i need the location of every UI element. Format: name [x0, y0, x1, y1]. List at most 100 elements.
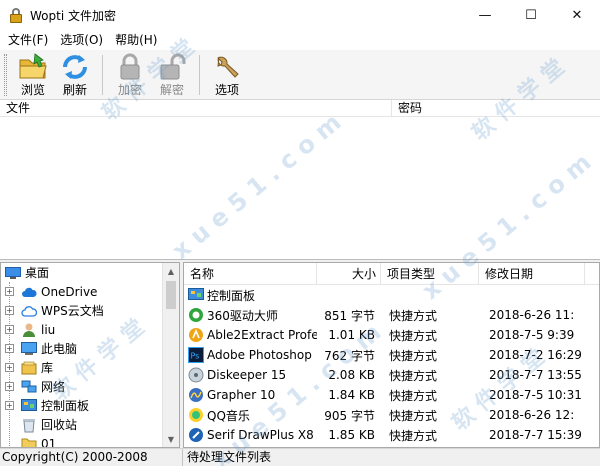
lock-icon: [8, 7, 24, 23]
tree-item-wps-cloud[interactable]: + WPS云文档: [1, 301, 163, 320]
browse-button[interactable]: 浏览: [12, 50, 54, 98]
item-name: 360驱动大师: [207, 308, 278, 323]
menu-bar: 文件(F) 选项(O) 帮助(H): [0, 30, 600, 50]
tree-item-network[interactable]: + 网络: [1, 377, 163, 396]
folder-icon: [21, 436, 37, 447]
toolbar-grip[interactable]: [4, 54, 7, 96]
item-name: Diskeeper 15: [207, 368, 287, 382]
item-size: 1.84 KB: [328, 388, 375, 402]
lock-icon: [114, 52, 146, 82]
expand-toggle[interactable]: +: [5, 363, 14, 372]
wrench-icon: [211, 52, 243, 82]
encrypt-button[interactable]: 加密: [109, 50, 151, 98]
toolbar: 浏览 刷新 加密 解密 选项: [0, 50, 600, 100]
column-header-size[interactable]: 大小: [317, 263, 381, 284]
scroll-up-icon[interactable]: ▲: [163, 263, 179, 279]
item-size: 905 字节: [324, 408, 375, 423]
tree-item-label: WPS云文档: [41, 304, 104, 318]
item-date: 2018-7-7 13:55: [489, 368, 582, 382]
refresh-icon: [59, 52, 91, 82]
minimize-button[interactable]: —: [462, 0, 508, 30]
tree-item-label: 01: [41, 436, 57, 448]
expand-toggle[interactable]: +: [5, 306, 14, 315]
item-date: 2018-7-5 9:39: [489, 328, 575, 342]
item-size: 1.01 KB: [328, 328, 375, 342]
tree-item-onedrive[interactable]: + OneDrive: [1, 282, 163, 301]
refresh-button[interactable]: 刷新: [54, 50, 96, 98]
app-able2extract-icon: [188, 327, 204, 343]
expand-toggle[interactable]: +: [5, 382, 14, 391]
item-date: 2018-7-2 16:29: [489, 348, 582, 362]
list-item[interactable]: QQ音乐 905 字节 快捷方式 2018-6-26 12:: [184, 405, 599, 425]
folder-tree[interactable]: 桌面 + OneDrive + WPS云文档 + liu + 此电脑 + 库 +…: [0, 262, 180, 448]
options-button[interactable]: 选项: [206, 50, 248, 98]
file-explorer-list[interactable]: 名称 大小 项目类型 修改日期 控制面板 360驱动大师 851 字节 快捷方式…: [183, 262, 600, 448]
scroll-down-icon[interactable]: ▼: [163, 431, 179, 447]
scroll-thumb[interactable]: [166, 281, 176, 309]
item-size: 1.85 KB: [328, 428, 375, 442]
control-panel-icon: [21, 398, 37, 414]
column-header-name[interactable]: 名称: [184, 263, 317, 284]
item-type: 快捷方式: [389, 368, 438, 383]
pending-list-status: 待处理文件列表: [187, 450, 272, 464]
list-item[interactable]: Able2Extract Profe... 1.01 KB 快捷方式 2018-…: [184, 325, 599, 345]
tree-item-recycle-bin[interactable]: 回收站: [1, 415, 163, 434]
tree-item-user[interactable]: + liu: [1, 320, 163, 339]
tree-item-label: 库: [41, 361, 54, 375]
column-header-password[interactable]: 密码: [392, 100, 600, 116]
list-item[interactable]: Serif DrawPlus X8 1.85 KB 快捷方式 2018-7-7 …: [184, 425, 599, 445]
expand-toggle[interactable]: +: [5, 287, 14, 296]
tree-item-desktop[interactable]: 桌面: [1, 263, 163, 282]
column-header-file[interactable]: 文件: [0, 100, 392, 116]
item-date: 2018-6-26 11:: [489, 308, 575, 322]
tree-item-folder-01[interactable]: 01: [1, 434, 163, 448]
column-header-type[interactable]: 项目类型: [381, 263, 479, 284]
list-item[interactable]: Diskeeper 15 2.08 KB 快捷方式 2018-7-7 13:55: [184, 365, 599, 385]
item-name: Able2Extract Profe...: [207, 328, 317, 342]
item-name: QQ音乐: [207, 408, 250, 423]
menu-file[interactable]: 文件(F): [2, 30, 54, 50]
expand-toggle[interactable]: +: [5, 344, 14, 353]
copyright-text: Copyright(C) 2000-2008 Wopti: [0, 448, 183, 466]
app-drawplus-icon: [188, 427, 204, 443]
item-date: 2018-7-7 15:39: [489, 428, 582, 442]
expand-toggle[interactable]: +: [5, 401, 14, 410]
app-360-icon: [188, 307, 204, 323]
window-title: Wopti 文件加密: [30, 8, 116, 23]
maximize-button[interactable]: ☐: [508, 0, 554, 30]
tree-item-this-pc[interactable]: + 此电脑: [1, 339, 163, 358]
network-icon: [21, 379, 37, 395]
pending-file-list[interactable]: 文件 密码: [0, 100, 600, 260]
expand-toggle[interactable]: +: [5, 325, 14, 334]
recycle-bin-icon: [21, 417, 37, 433]
list-item[interactable]: 控制面板: [184, 285, 599, 305]
list-item[interactable]: Grapher 10 1.84 KB 快捷方式 2018-7-5 10:31: [184, 385, 599, 405]
title-bar: Wopti 文件加密 — ☐ ✕: [0, 0, 600, 30]
tree-item-library[interactable]: + 库: [1, 358, 163, 377]
computer-icon: [21, 341, 37, 357]
item-type: 快捷方式: [389, 308, 438, 323]
item-name: 控制面板: [207, 288, 256, 303]
list-item[interactable]: 360驱动大师 851 字节 快捷方式 2018-6-26 11:: [184, 305, 599, 325]
tree-item-label: liu: [41, 322, 56, 337]
item-type: 快捷方式: [389, 348, 438, 363]
tree-scrollbar[interactable]: ▲ ▼: [162, 263, 179, 447]
list-item[interactable]: Ps Adobe Photoshop 762 字节 快捷方式 2018-7-2 …: [184, 345, 599, 365]
unlock-icon: [156, 52, 188, 82]
item-type: 快捷方式: [389, 428, 438, 443]
column-header-date[interactable]: 修改日期: [479, 263, 585, 284]
close-button[interactable]: ✕: [554, 0, 600, 30]
tree-item-label: 回收站: [41, 418, 78, 432]
menu-options[interactable]: 选项(O): [54, 30, 109, 50]
decrypt-label: 解密: [159, 83, 184, 97]
decrypt-button[interactable]: 解密: [151, 50, 193, 98]
menu-help[interactable]: 帮助(H): [109, 30, 163, 50]
item-name: Adobe Photoshop: [207, 348, 312, 362]
item-type: 快捷方式: [389, 408, 438, 423]
tree-item-label: 网络: [41, 380, 66, 394]
explorer-header: 名称 大小 项目类型 修改日期: [184, 263, 599, 285]
cloud-icon: [21, 303, 37, 319]
tree-item-control-panel[interactable]: + 控制面板: [1, 396, 163, 415]
item-type: 快捷方式: [389, 328, 438, 343]
item-type: 快捷方式: [389, 388, 438, 403]
